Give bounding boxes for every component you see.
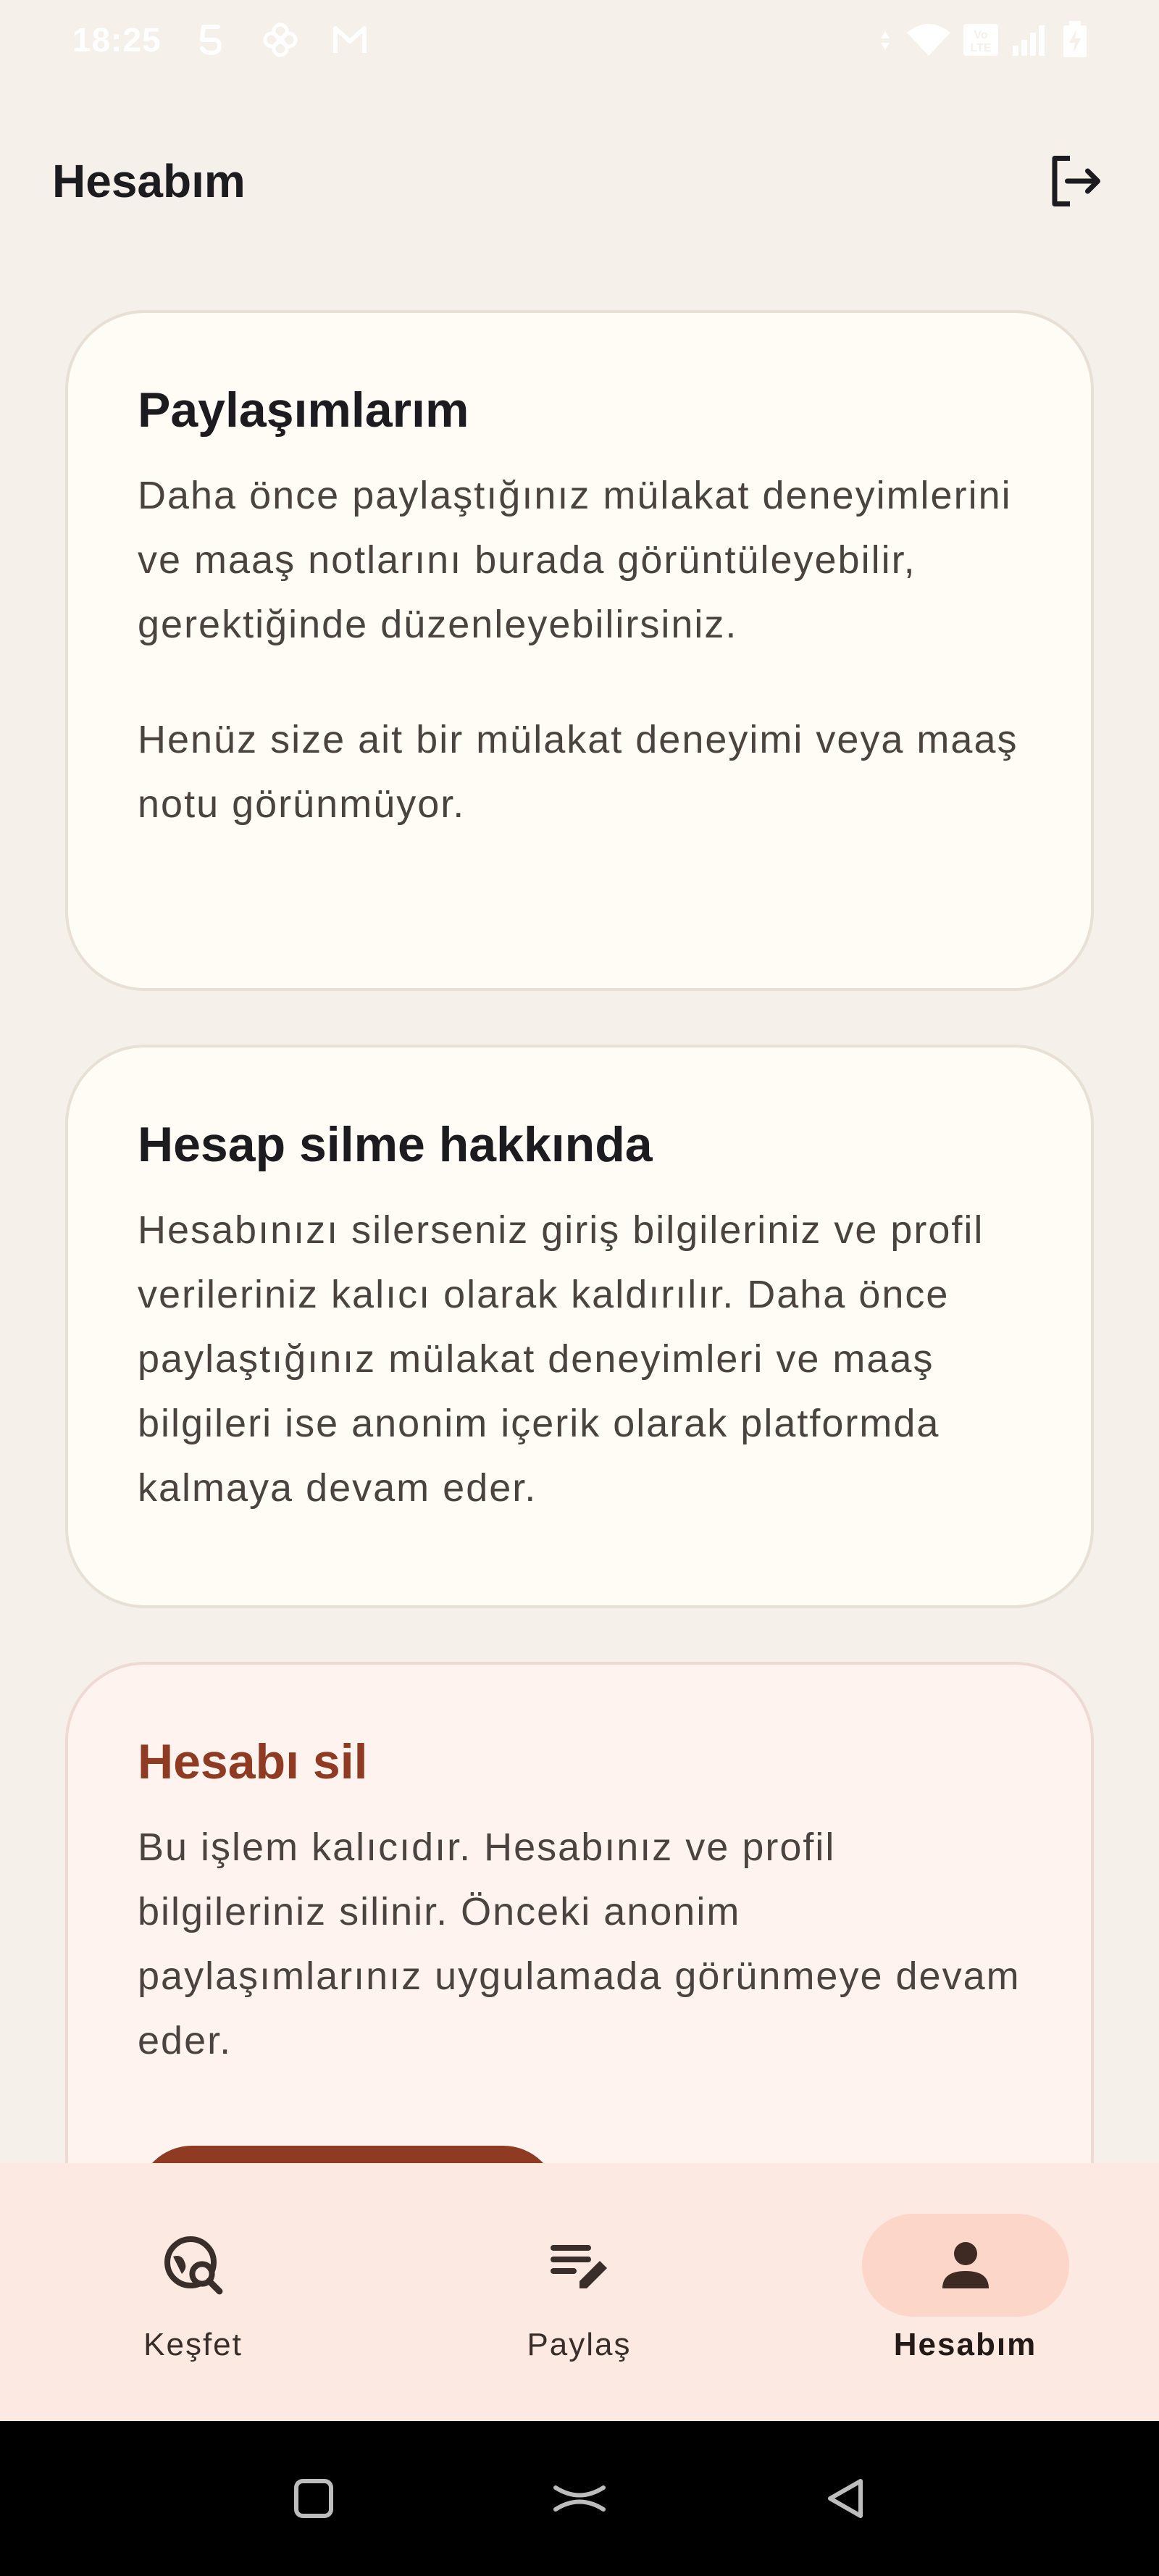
volte-icon: Vo LTE: [963, 24, 998, 56]
my-shares-title: Paylaşımlarım: [138, 382, 469, 438]
svg-text:Vo: Vo: [974, 29, 987, 41]
svg-text:LTE: LTE: [970, 42, 991, 54]
nav-item-paylas[interactable]: Paylaş: [386, 2163, 772, 2421]
signal-icon: [1013, 25, 1045, 56]
nav-label-paylas: Paylaş: [527, 2327, 632, 2362]
data-arrows-icon: [881, 31, 890, 50]
delete-account-title: Hesabı sil: [138, 1734, 368, 1789]
nav-label-hesabim: Hesabım: [893, 2327, 1037, 2362]
top-app-bar: Hesabım: [0, 123, 1159, 239]
explore-search-icon: [164, 2236, 222, 2295]
nav-pill-paylas: [476, 2214, 683, 2317]
wifi-icon: [907, 24, 950, 56]
account-deletion-info-description: Hesabınızı silerseniz giriş bilgileriniz…: [138, 1208, 984, 1510]
nav-item-kesfet[interactable]: Keşfet: [0, 2163, 386, 2421]
logout-icon: [1052, 156, 1100, 206]
recents-icon: [294, 2479, 334, 2518]
status-right: Vo LTE: [875, 20, 1089, 60]
battery-icon: [1063, 21, 1087, 57]
back-icon: [827, 2479, 863, 2518]
edit-note-icon: [550, 2245, 607, 2288]
nav-label-kesfet: Keşfet: [143, 2327, 243, 2362]
my-shares-empty-text: Henüz size ait bir mülakat deneyimi veya…: [138, 718, 1018, 826]
nav-item-hesabim[interactable]: Hesabım: [772, 2163, 1158, 2421]
logout-button[interactable]: [1039, 145, 1111, 217]
recents-button[interactable]: [277, 2462, 350, 2535]
home-icon: [553, 2485, 606, 2512]
account-deletion-info-card: Hesap silme hakkında Hesabınızı silersen…: [65, 1045, 1094, 1608]
pinwheel-app-icon: [263, 22, 298, 57]
delete-account-description: Bu işlem kalıcıdır. Hesabınız ve profil …: [138, 1826, 1021, 2062]
s-app-icon: [199, 25, 222, 55]
back-button[interactable]: [809, 2462, 882, 2535]
my-shares-card: Paylaşımlarım Daha önce paylaştığınız mü…: [65, 310, 1094, 991]
my-shares-description: Daha önce paylaştığınız mülakat deneyiml…: [138, 474, 1012, 646]
status-bar: 18:25 Vo LTE: [0, 0, 1159, 80]
nav-pill-kesfet: [90, 2214, 297, 2317]
status-time: 18:25: [72, 21, 162, 59]
account-deletion-info-title: Hesap silme hakkında: [138, 1117, 653, 1172]
gmail-icon: [332, 26, 367, 53]
page-title: Hesabım: [52, 155, 246, 207]
status-left: 18:25: [72, 20, 370, 60]
nav-pill-hesabim: [861, 2214, 1069, 2317]
home-button[interactable]: [543, 2462, 616, 2535]
system-navigation-bar: [0, 2421, 1159, 2576]
bottom-navigation: Keşfet Paylaş Hesabım: [0, 2163, 1159, 2421]
person-icon: [942, 2242, 989, 2288]
